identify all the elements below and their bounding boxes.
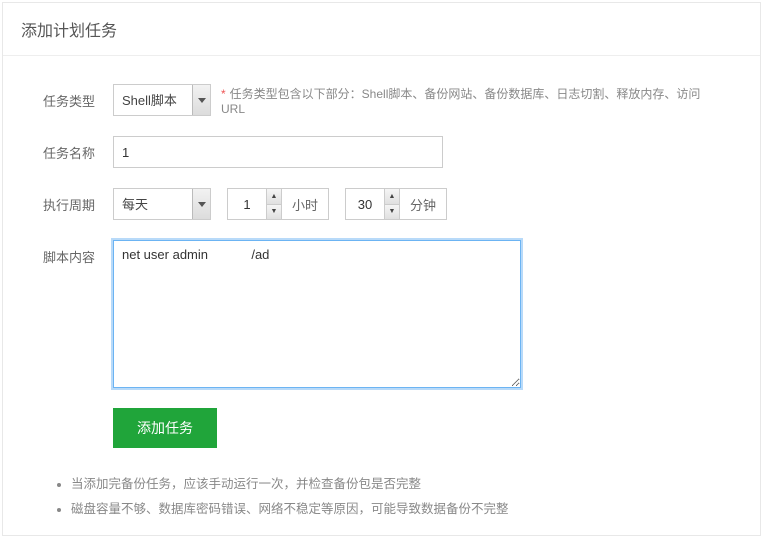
- label-task-name: 任务名称: [43, 136, 113, 162]
- add-task-button[interactable]: 添加任务: [113, 408, 217, 448]
- minute-input[interactable]: [346, 189, 384, 219]
- panel-title: 添加计划任务: [3, 3, 760, 56]
- label-cycle: 执行周期: [43, 188, 113, 214]
- row-cycle: 执行周期 每天 ▲ ▼ 小时: [43, 188, 720, 220]
- hour-stepper[interactable]: ▲ ▼ 小时: [227, 188, 329, 220]
- task-type-select[interactable]: Shell脚本: [113, 84, 211, 116]
- notes-list: 当添加完备份任务，应该手动运行一次，并检查备份包是否完整 磁盘容量不够、数据库密…: [55, 472, 720, 522]
- cycle-period-select[interactable]: 每天: [113, 188, 211, 220]
- add-task-panel: 添加计划任务 任务类型 Shell脚本 *任务类型包含以下部分：Shell脚本、…: [2, 2, 761, 536]
- hour-down-icon[interactable]: ▼: [267, 205, 281, 220]
- minute-stepper[interactable]: ▲ ▼ 分钟: [345, 188, 447, 220]
- label-task-type: 任务类型: [43, 84, 113, 110]
- task-name-input[interactable]: [113, 136, 443, 168]
- hour-unit: 小时: [282, 189, 328, 219]
- minute-up-icon[interactable]: ▲: [385, 189, 399, 205]
- task-type-hint: *任务类型包含以下部分：Shell脚本、备份网站、备份数据库、日志切割、释放内存…: [221, 85, 720, 116]
- label-script: 脚本内容: [43, 240, 113, 266]
- hour-input[interactable]: [228, 189, 266, 219]
- note-item: 当添加完备份任务，应该手动运行一次，并检查备份包是否完整: [71, 472, 720, 497]
- row-task-name: 任务名称: [43, 136, 720, 168]
- row-task-type: 任务类型 Shell脚本 *任务类型包含以下部分：Shell脚本、备份网站、备份…: [43, 84, 720, 116]
- note-item: 磁盘容量不够、数据库密码错误、网络不稳定等原因，可能导致数据备份不完整: [71, 497, 720, 522]
- hour-up-icon[interactable]: ▲: [267, 189, 281, 205]
- script-textarea[interactable]: [113, 240, 521, 388]
- minute-down-icon[interactable]: ▼: [385, 205, 399, 220]
- row-script: 脚本内容: [43, 240, 720, 388]
- minute-unit: 分钟: [400, 189, 446, 219]
- task-form: 任务类型 Shell脚本 *任务类型包含以下部分：Shell脚本、备份网站、备份…: [3, 56, 760, 532]
